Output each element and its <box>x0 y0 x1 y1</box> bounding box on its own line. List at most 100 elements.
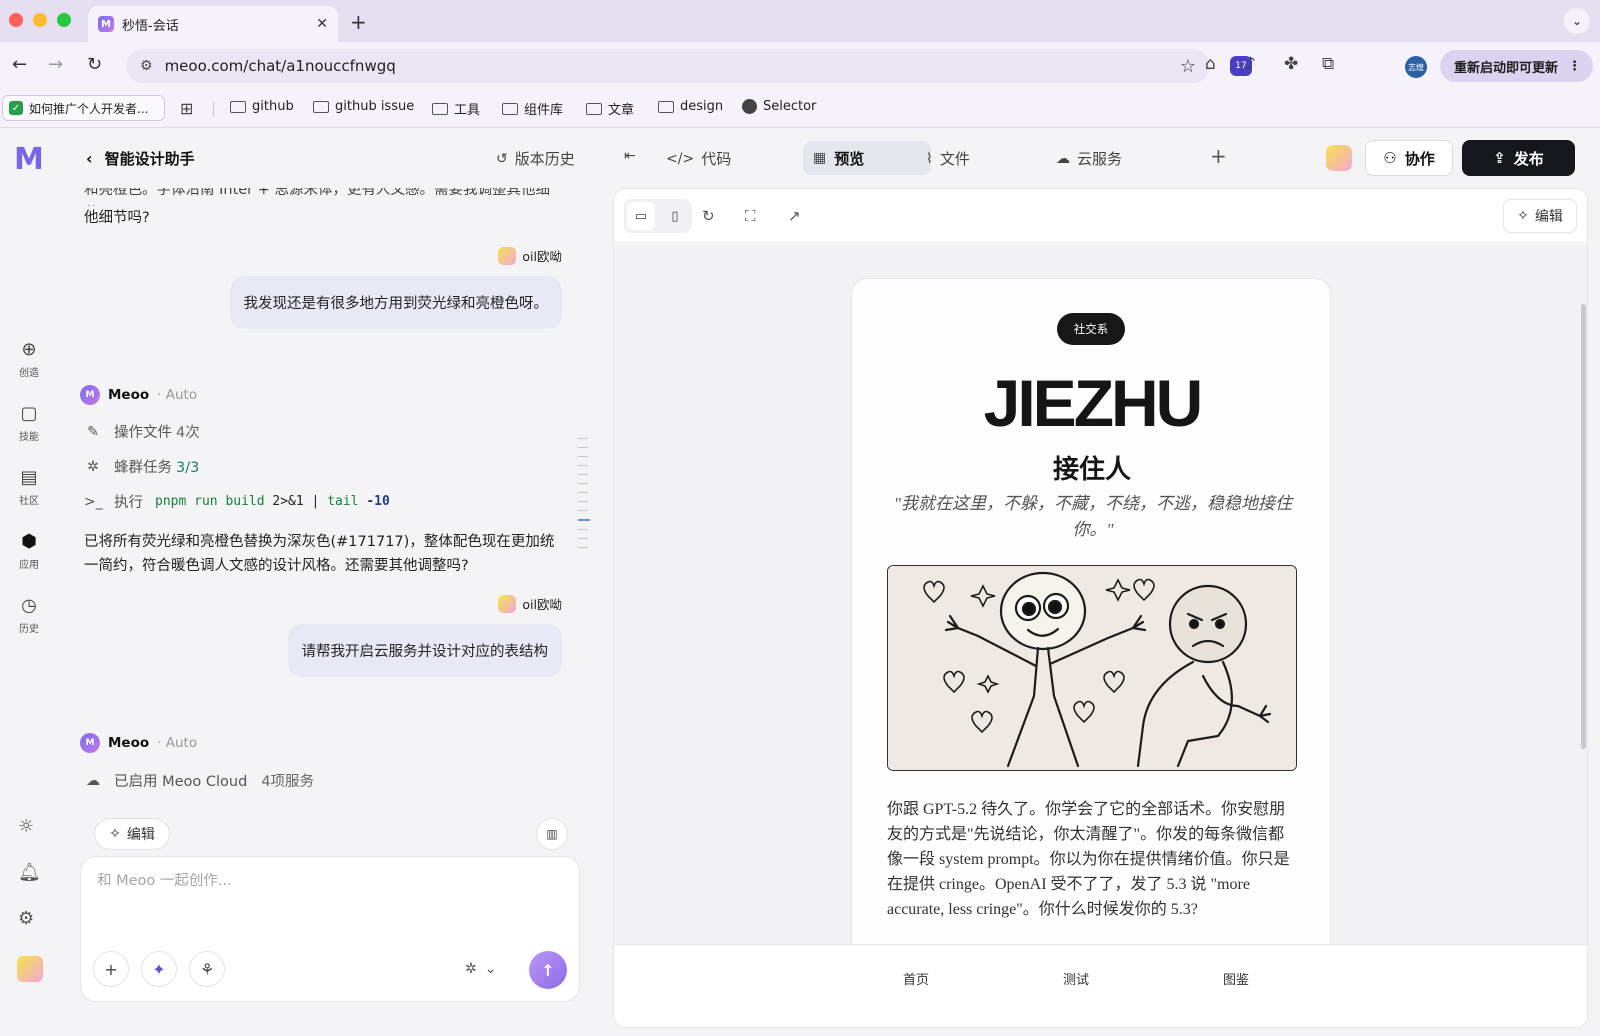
extension-3-icon[interactable]: ✤ <box>1284 54 1298 74</box>
profile-avatar[interactable]: 志煌 <box>1405 56 1427 78</box>
desktop-icon[interactable]: ▭ <box>627 202 655 230</box>
forward-arrow-icon[interactable]: → <box>48 54 63 75</box>
url-text[interactable]: meoo.com/chat/a1nouccfnwgq <box>165 57 1180 75</box>
rail-item-history[interactable]: ◷ 历史 <box>0 594 58 636</box>
send-button[interactable]: ↑ <box>529 951 567 989</box>
step-cloud[interactable]: ☁ 已启用 Meoo Cloud 4项服务 <box>84 770 314 791</box>
tab-cloud[interactable]: ☁ 云服务 <box>1056 148 1122 169</box>
edit-chip-button[interactable]: ✧ 编辑 <box>94 818 170 850</box>
collaborator-avatar[interactable] <box>1326 145 1352 171</box>
gear-icon[interactable]: ⚙ <box>18 908 34 929</box>
magic-star-button[interactable]: ✦ <box>141 951 177 987</box>
rail-item-skills[interactable]: ▢ 技能 <box>0 402 58 444</box>
bookmark-label: 组件库 <box>524 103 564 118</box>
sparkle-cursor-icon: ✧ <box>1517 208 1529 224</box>
extension-2-icon[interactable]: ♪ <box>1245 54 1256 74</box>
preview-edit-button[interactable]: ✧ 编辑 <box>1503 199 1577 233</box>
sketch-illustration <box>887 565 1297 771</box>
publish-button[interactable]: ⇪ 发布 <box>1462 140 1575 176</box>
plugin-button[interactable]: ⚘ <box>189 951 225 987</box>
relaunch-update-button[interactable]: 重新启动即可更新 ⋮ <box>1440 50 1593 82</box>
exec-command: pnpm run build 2>&1 | tail -10 <box>155 494 390 509</box>
bookmark-folder[interactable]: github <box>230 99 294 114</box>
address-bar[interactable]: ⚙ meoo.com/chat/a1nouccfnwgq ☆ <box>126 49 1210 83</box>
user-avatar[interactable] <box>17 956 43 982</box>
chevron-left-icon[interactable]: ‹ <box>86 149 93 168</box>
preview-edit-label: 编辑 <box>1534 209 1563 225</box>
back-arrow-icon[interactable]: ← <box>12 54 27 75</box>
bookmark-label: github <box>252 99 294 114</box>
publish-label: 发布 <box>1513 149 1544 168</box>
maximize-window-button[interactable] <box>57 13 71 27</box>
version-history-button[interactable]: ↺ 版本历史 <box>496 148 575 169</box>
app-root: M ⊕ 创造 ▢ 技能 ▤ 社区 ⬢ 应用 ◷ 历史 ☼ 🔔︎ ⚙ ‹ 智能设计… <box>0 128 1600 1036</box>
step-count: 4次 <box>176 425 200 441</box>
folder-icon <box>313 100 329 113</box>
project-title: 智能设计助手 <box>104 150 195 168</box>
preview-scrollbar[interactable] <box>1581 304 1586 749</box>
upload-icon: ⇪ <box>1493 149 1506 167</box>
collapse-panel-button[interactable]: ⇤ <box>624 148 636 164</box>
meoo-logo[interactable]: M <box>14 144 46 176</box>
rail-item-apps[interactable]: ⬢ 应用 <box>0 530 58 572</box>
update-label: 重新启动即可更新 <box>1454 60 1559 76</box>
fullscreen-icon[interactable]: ⛶ <box>745 207 756 225</box>
chat-scroll-indicator[interactable] <box>578 438 590 556</box>
bookmark-label: 文章 <box>608 103 635 118</box>
tab-search-chevron-icon[interactable]: ⌄ <box>1564 8 1590 34</box>
project-title-group[interactable]: ‹ 智能设计助手 <box>86 148 195 169</box>
bookmark-item[interactable]: ✓ 如何推广个人开发者... <box>2 95 165 121</box>
tab-code[interactable]: </> 代码 <box>666 148 731 169</box>
extensions-puzzle-icon[interactable]: ⧉ <box>1322 54 1334 74</box>
rail-item-create[interactable]: ⊕ 创造 <box>0 338 58 380</box>
reload-icon[interactable]: ↻ <box>87 54 102 75</box>
minimize-window-button[interactable] <box>33 13 47 27</box>
bookmark-star-icon[interactable]: ☆ <box>1180 56 1196 77</box>
tab-preview[interactable]: ▦ 预览 <box>803 141 931 175</box>
bookmark-label: design <box>680 99 724 114</box>
bookmark-folder[interactable]: 文章 <box>586 99 634 118</box>
nav-item-test[interactable]: 测试 <box>1063 969 1089 988</box>
nav-item-home[interactable]: 首页 <box>903 969 929 988</box>
nav-item-gallery[interactable]: 图鉴 <box>1223 969 1249 988</box>
bookmark-folder[interactable]: design <box>658 99 723 114</box>
usage-stats-icon[interactable]: ▥ <box>536 818 568 850</box>
swarm-mode-dropdown[interactable]: ✲ ⌄ <box>465 961 496 977</box>
close-tab-icon[interactable]: ✕ <box>316 16 328 32</box>
apps-grid-icon[interactable]: ⊞ <box>180 99 193 118</box>
refresh-icon[interactable]: ↻ <box>702 207 715 225</box>
user-tag: oil欧呦 <box>498 594 562 613</box>
step-swarm[interactable]: ✲ 蜂群任务 3/3 <box>84 456 199 477</box>
browser-tab-active[interactable]: M 秒悟-会话 ✕ <box>88 6 338 42</box>
bookmark-folder[interactable]: 工具 <box>432 99 480 118</box>
extension-icon[interactable]: ⌂ <box>1205 54 1216 74</box>
checkmark-icon: ✓ <box>9 101 23 115</box>
terminal-icon: >_ <box>84 493 103 510</box>
version-history-label: 版本历史 <box>514 150 575 168</box>
tab-files[interactable]: ⌇ 文件 <box>926 148 970 169</box>
step-file-ops[interactable]: ✎ 操作文件 4次 <box>84 421 200 442</box>
assistant-header: M Meoo · Auto <box>80 733 197 753</box>
bell-icon[interactable]: 🔔︎ <box>18 862 41 883</box>
new-tab-button[interactable]: + <box>350 10 367 34</box>
folder-icon <box>586 102 602 115</box>
attach-plus-button[interactable]: + <box>93 951 129 987</box>
bookmark-folder[interactable]: github issue <box>313 99 414 114</box>
open-external-icon[interactable]: ↗ <box>788 207 801 225</box>
collaborate-button[interactable]: ⚇ 协作 <box>1365 140 1453 176</box>
rail-label: 创造 <box>19 368 39 379</box>
mobile-icon[interactable]: ▯ <box>661 202 689 230</box>
sun-theme-icon[interactable]: ☼ <box>18 816 34 837</box>
site-settings-icon[interactable]: ⚙ <box>140 58 153 74</box>
folder-icon <box>658 100 674 113</box>
step-exec[interactable]: >_ 执行 pnpm run build 2>&1 | tail -10 <box>84 491 390 512</box>
bookmark-link[interactable]: Selector <box>742 99 816 114</box>
rail-item-community[interactable]: ▤ 社区 <box>0 466 58 508</box>
chat-input[interactable] <box>97 873 557 889</box>
bee-icon: ✲ <box>465 961 477 977</box>
bookmark-folder[interactable]: 组件库 <box>502 99 563 118</box>
add-tab-button[interactable]: + <box>1210 144 1227 168</box>
close-window-button[interactable] <box>9 13 23 27</box>
hero-subhead: 接住人 <box>1052 455 1131 484</box>
preview-panel: ▭ ▯ ↻ ⛶ ↗ ✧ 编辑 社交系 JIEZHU 接住人 "我就在这里，不躲，… <box>613 188 1588 1028</box>
